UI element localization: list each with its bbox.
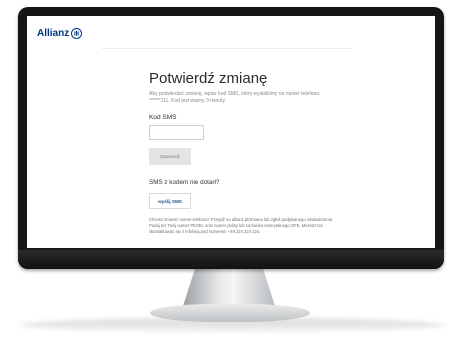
confirm-change-form: Potwierdź zmianę Aby potwierdzić zmianę,…	[149, 56, 339, 236]
screen: Allianz Potwierdź zmianę Aby potwierdzić…	[27, 16, 435, 248]
sms-code-label: Kod SMS	[149, 114, 177, 121]
monitor-chin	[18, 250, 444, 269]
monitor-stand-base	[150, 304, 310, 322]
instruction-text: Aby potwierdzić zmianę, wpisz kod SMS, k…	[149, 91, 321, 104]
sms-not-received-label: SMS z kodem nie dotarł?	[149, 179, 220, 186]
allianz-logo[interactable]: Allianz	[37, 28, 83, 39]
confirm-button[interactable]: Zatwierdź	[149, 148, 191, 165]
change-phone-note: Chcesz zmienić numer telefonu? Przejdź n…	[149, 217, 334, 235]
monitor: Allianz Potwierdź zmianę Aby potwierdzić…	[18, 7, 444, 269]
header-divider	[102, 48, 352, 49]
sms-code-input[interactable]	[149, 125, 204, 140]
monitor-stand-neck	[183, 266, 275, 306]
logo-wordmark: Allianz	[37, 28, 70, 39]
page-title: Potwierdź zmianę	[149, 70, 268, 87]
eagle-icon	[71, 28, 83, 39]
resend-sms-button[interactable]: wyślij SMS	[149, 193, 191, 209]
